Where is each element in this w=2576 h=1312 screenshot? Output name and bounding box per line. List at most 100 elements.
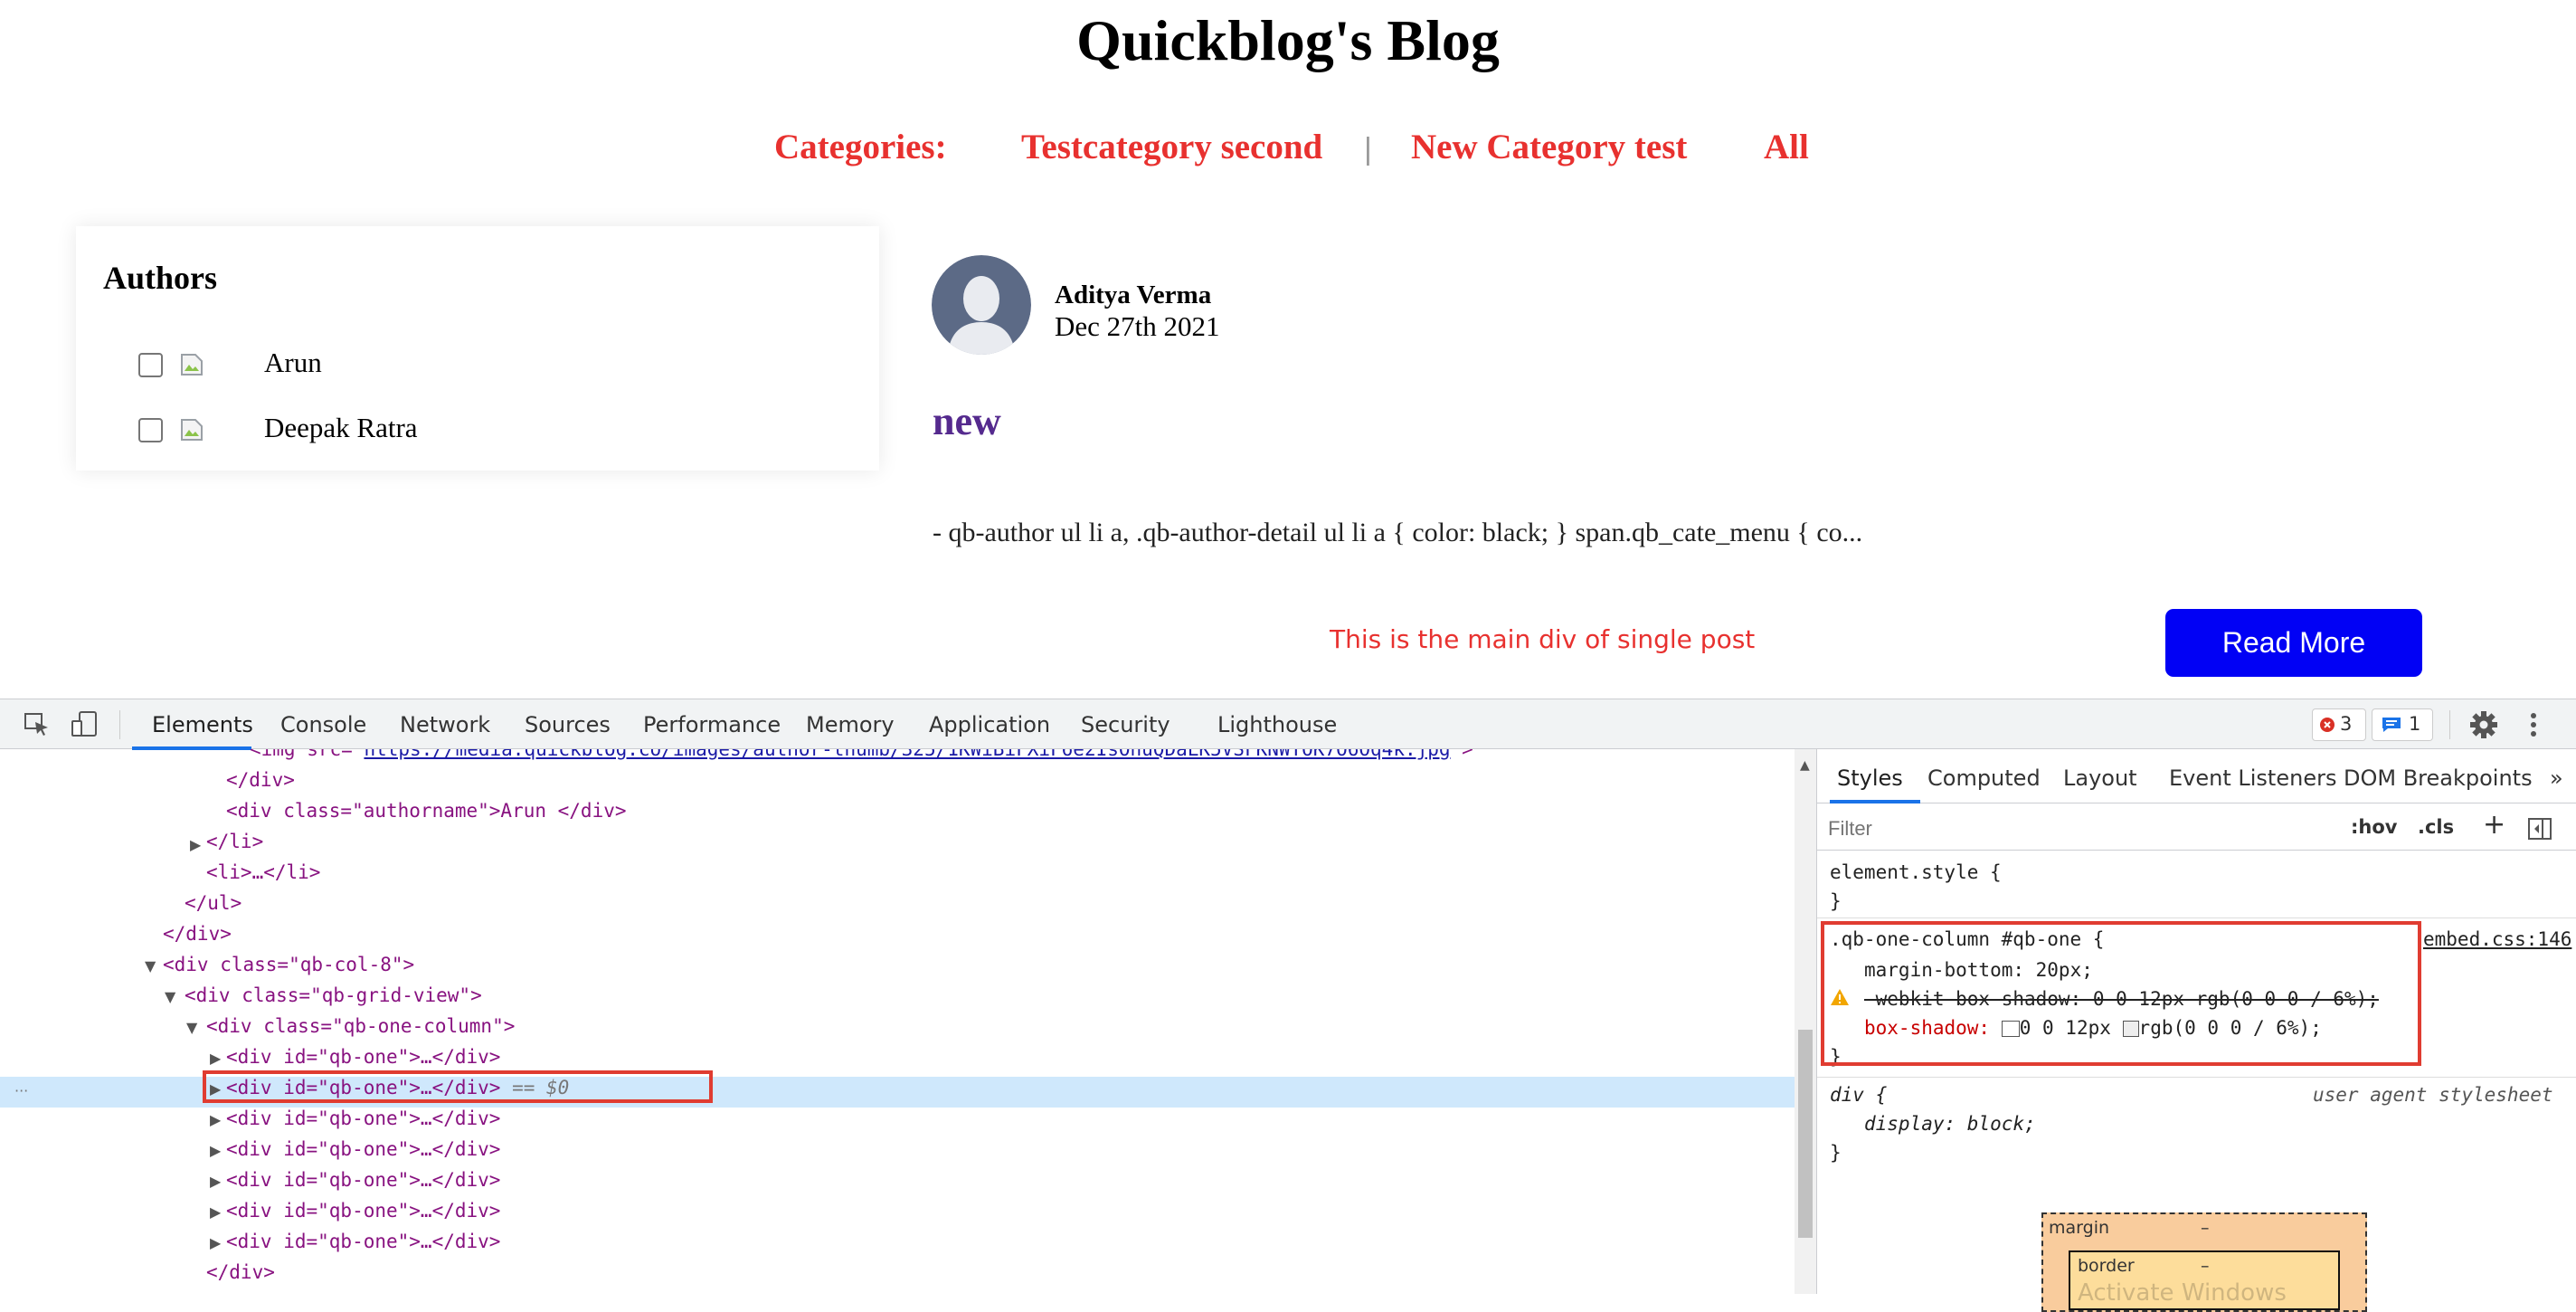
expand-triangle-icon[interactable]: ▶ — [210, 1142, 221, 1159]
dom-line[interactable]: <div class="qb-one-column"> — [206, 1015, 515, 1037]
image-link[interactable]: https://media.quickblog.co/images/author… — [364, 749, 1450, 760]
tab-event-listeners[interactable]: Event Listeners — [2169, 765, 2336, 791]
dom-line[interactable]: </div> — [163, 923, 232, 945]
toolbar-divider — [2449, 710, 2450, 739]
devtools-toolbar: Elements Console Network Sources Perform… — [0, 699, 2576, 750]
category-new-category-test[interactable]: New Category test — [1411, 127, 1687, 167]
device-toolbar-icon[interactable] — [71, 710, 99, 741]
dom-line[interactable]: <div class="authorname">Arun </div> — [226, 800, 627, 822]
dom-line[interactable]: <div id="qb-one">…</div> — [226, 1200, 500, 1222]
styles-filter-input[interactable] — [1826, 813, 2336, 845]
message-count: 1 — [2409, 713, 2421, 735]
dom-line[interactable]: <div class="qb-grid-view"> — [185, 984, 482, 1006]
tab-performance[interactable]: Performance — [643, 712, 781, 737]
box-model-margin[interactable]: margin – border – Activate Windows — [2041, 1212, 2367, 1312]
broken-image-icon — [179, 352, 204, 377]
dom-line-prefix: <img src=" — [250, 749, 365, 760]
expand-triangle-icon[interactable]: ▶ — [190, 836, 201, 853]
author-name-deepak-ratra[interactable]: Deepak Ratra — [264, 412, 418, 444]
tab-lighthouse[interactable]: Lighthouse — [1217, 712, 1337, 737]
rule-close-brace: } — [1830, 890, 1842, 912]
errors-counter[interactable]: 3 — [2312, 708, 2366, 741]
class-toggle[interactable]: .cls — [2418, 816, 2454, 838]
more-options-icon[interactable] — [2529, 710, 2538, 743]
author-checkbox-deepak-ratra[interactable] — [138, 418, 163, 442]
expand-triangle-icon[interactable]: ▶ — [210, 1173, 221, 1190]
tab-dom-breakpoints[interactable]: DOM Breakpoints — [2344, 765, 2533, 791]
tab-security[interactable]: Security — [1081, 712, 1170, 737]
rule-divider — [1817, 1077, 2576, 1078]
box-model-border[interactable]: border – Activate Windows — [2069, 1250, 2340, 1310]
box-model-margin-top: – — [2201, 1218, 2210, 1238]
annotation-highlight-box — [1821, 921, 2421, 1066]
dom-line[interactable]: </div> — [206, 1261, 275, 1283]
new-style-rule-icon[interactable]: + — [2483, 809, 2505, 841]
category-separator: | — [1364, 132, 1372, 166]
tab-elements[interactable]: Elements — [152, 712, 253, 737]
expand-triangle-icon[interactable]: ▶ — [210, 1111, 221, 1128]
categories-label: Categories: — [774, 128, 947, 166]
devtools-panel: Elements Console Network Sources Perform… — [0, 699, 2576, 1312]
expand-triangle-icon[interactable]: ▶ — [210, 1234, 221, 1251]
dom-line[interactable]: <img src="https://media.quickblog.co/ima… — [250, 749, 1473, 760]
watermark-text: Activate Windows — [2078, 1279, 2287, 1307]
collapse-triangle-icon[interactable]: ▼ — [165, 988, 175, 1005]
dom-line[interactable]: <div id="qb-one">…</div> — [226, 1108, 500, 1129]
tab-memory[interactable]: Memory — [806, 712, 895, 737]
author-name-arun[interactable]: Arun — [264, 347, 322, 379]
expand-triangle-icon[interactable]: ▶ — [210, 1203, 221, 1221]
toolbar-divider — [119, 710, 120, 739]
tab-console[interactable]: Console — [280, 712, 366, 737]
inspect-element-icon[interactable] — [24, 712, 51, 741]
scroll-up-icon[interactable]: ▲ — [1800, 758, 1810, 773]
expand-triangle-icon[interactable]: ▶ — [210, 1050, 221, 1067]
dom-line[interactable]: </li> — [206, 831, 263, 852]
settings-gear-icon[interactable] — [2469, 710, 2498, 743]
category-testcategory-second[interactable]: Testcategory second — [1021, 127, 1322, 167]
dom-line[interactable]: <div id="qb-one">…</div> — [226, 1169, 500, 1191]
tab-layout[interactable]: Layout — [2063, 765, 2137, 791]
rule-source-link[interactable]: embed.css:146 — [2423, 928, 2571, 950]
dom-line[interactable]: <div id="qb-one">…</div> — [226, 1231, 500, 1252]
hover-state-toggle[interactable]: :hov — [2351, 816, 2397, 838]
dom-line[interactable]: </ul> — [185, 892, 242, 914]
box-model-margin-label: margin — [2049, 1218, 2110, 1238]
annotation-note: This is the main div of single post — [1330, 624, 1756, 654]
tab-styles[interactable]: Styles — [1837, 765, 1903, 791]
display-property[interactable]: display: block; — [1864, 1113, 2036, 1135]
tab-sources[interactable]: Sources — [525, 712, 611, 737]
authors-heading: Authors — [103, 260, 218, 296]
element-style-selector[interactable]: element.style { — [1830, 861, 2002, 883]
category-all[interactable]: All — [1764, 127, 1809, 167]
author-checkbox-arun[interactable] — [138, 353, 163, 377]
collapse-triangle-icon[interactable]: ▼ — [186, 1019, 197, 1036]
collapse-triangle-icon[interactable]: ▼ — [145, 957, 156, 974]
read-more-button[interactable]: Read More — [2165, 609, 2422, 677]
dom-line[interactable]: <li>…</li> — [206, 861, 320, 883]
toggle-sidebar-icon[interactable] — [2528, 818, 2552, 843]
more-tabs-chevron[interactable]: » — [2550, 765, 2563, 791]
ua-div-selector[interactable]: div { — [1830, 1084, 1887, 1106]
dom-line-suffix: "> — [1450, 749, 1473, 760]
dom-line[interactable]: </div> — [226, 769, 295, 791]
dom-line[interactable]: <div class="qb-col-8"> — [163, 954, 414, 975]
dom-line[interactable]: <div id="qb-one">…</div> — [226, 1138, 500, 1160]
dom-scrollbar[interactable]: ▲ — [1795, 749, 1816, 1294]
styles-pane: Styles Computed Layout Event Listeners D… — [1816, 749, 2576, 1312]
tab-computed[interactable]: Computed — [1927, 765, 2041, 791]
tab-application[interactable]: Application — [929, 712, 1050, 737]
error-count: 3 — [2340, 713, 2353, 735]
messages-counter[interactable]: 1 — [2372, 708, 2433, 741]
post-title[interactable]: new — [933, 398, 1001, 444]
blog-title: Quickblog's Blog — [1076, 8, 1500, 72]
dom-tree: ··· <img src="https://media.quickblog.co… — [0, 749, 1795, 1294]
post-excerpt: - qb-author ul li a, .qb-author-detail u… — [933, 518, 1863, 547]
scrollbar-thumb[interactable] — [1798, 1030, 1813, 1238]
author-avatar — [932, 255, 1031, 355]
box-model-border-label: border — [2078, 1256, 2135, 1276]
dom-line[interactable]: <div id="qb-one">…</div> — [226, 1046, 500, 1068]
node-actions-ellipsis[interactable]: ··· — [14, 1082, 28, 1099]
ua-stylesheet-label: user agent stylesheet — [2313, 1084, 2553, 1106]
tab-network[interactable]: Network — [400, 712, 490, 737]
broken-image-icon — [179, 417, 204, 442]
